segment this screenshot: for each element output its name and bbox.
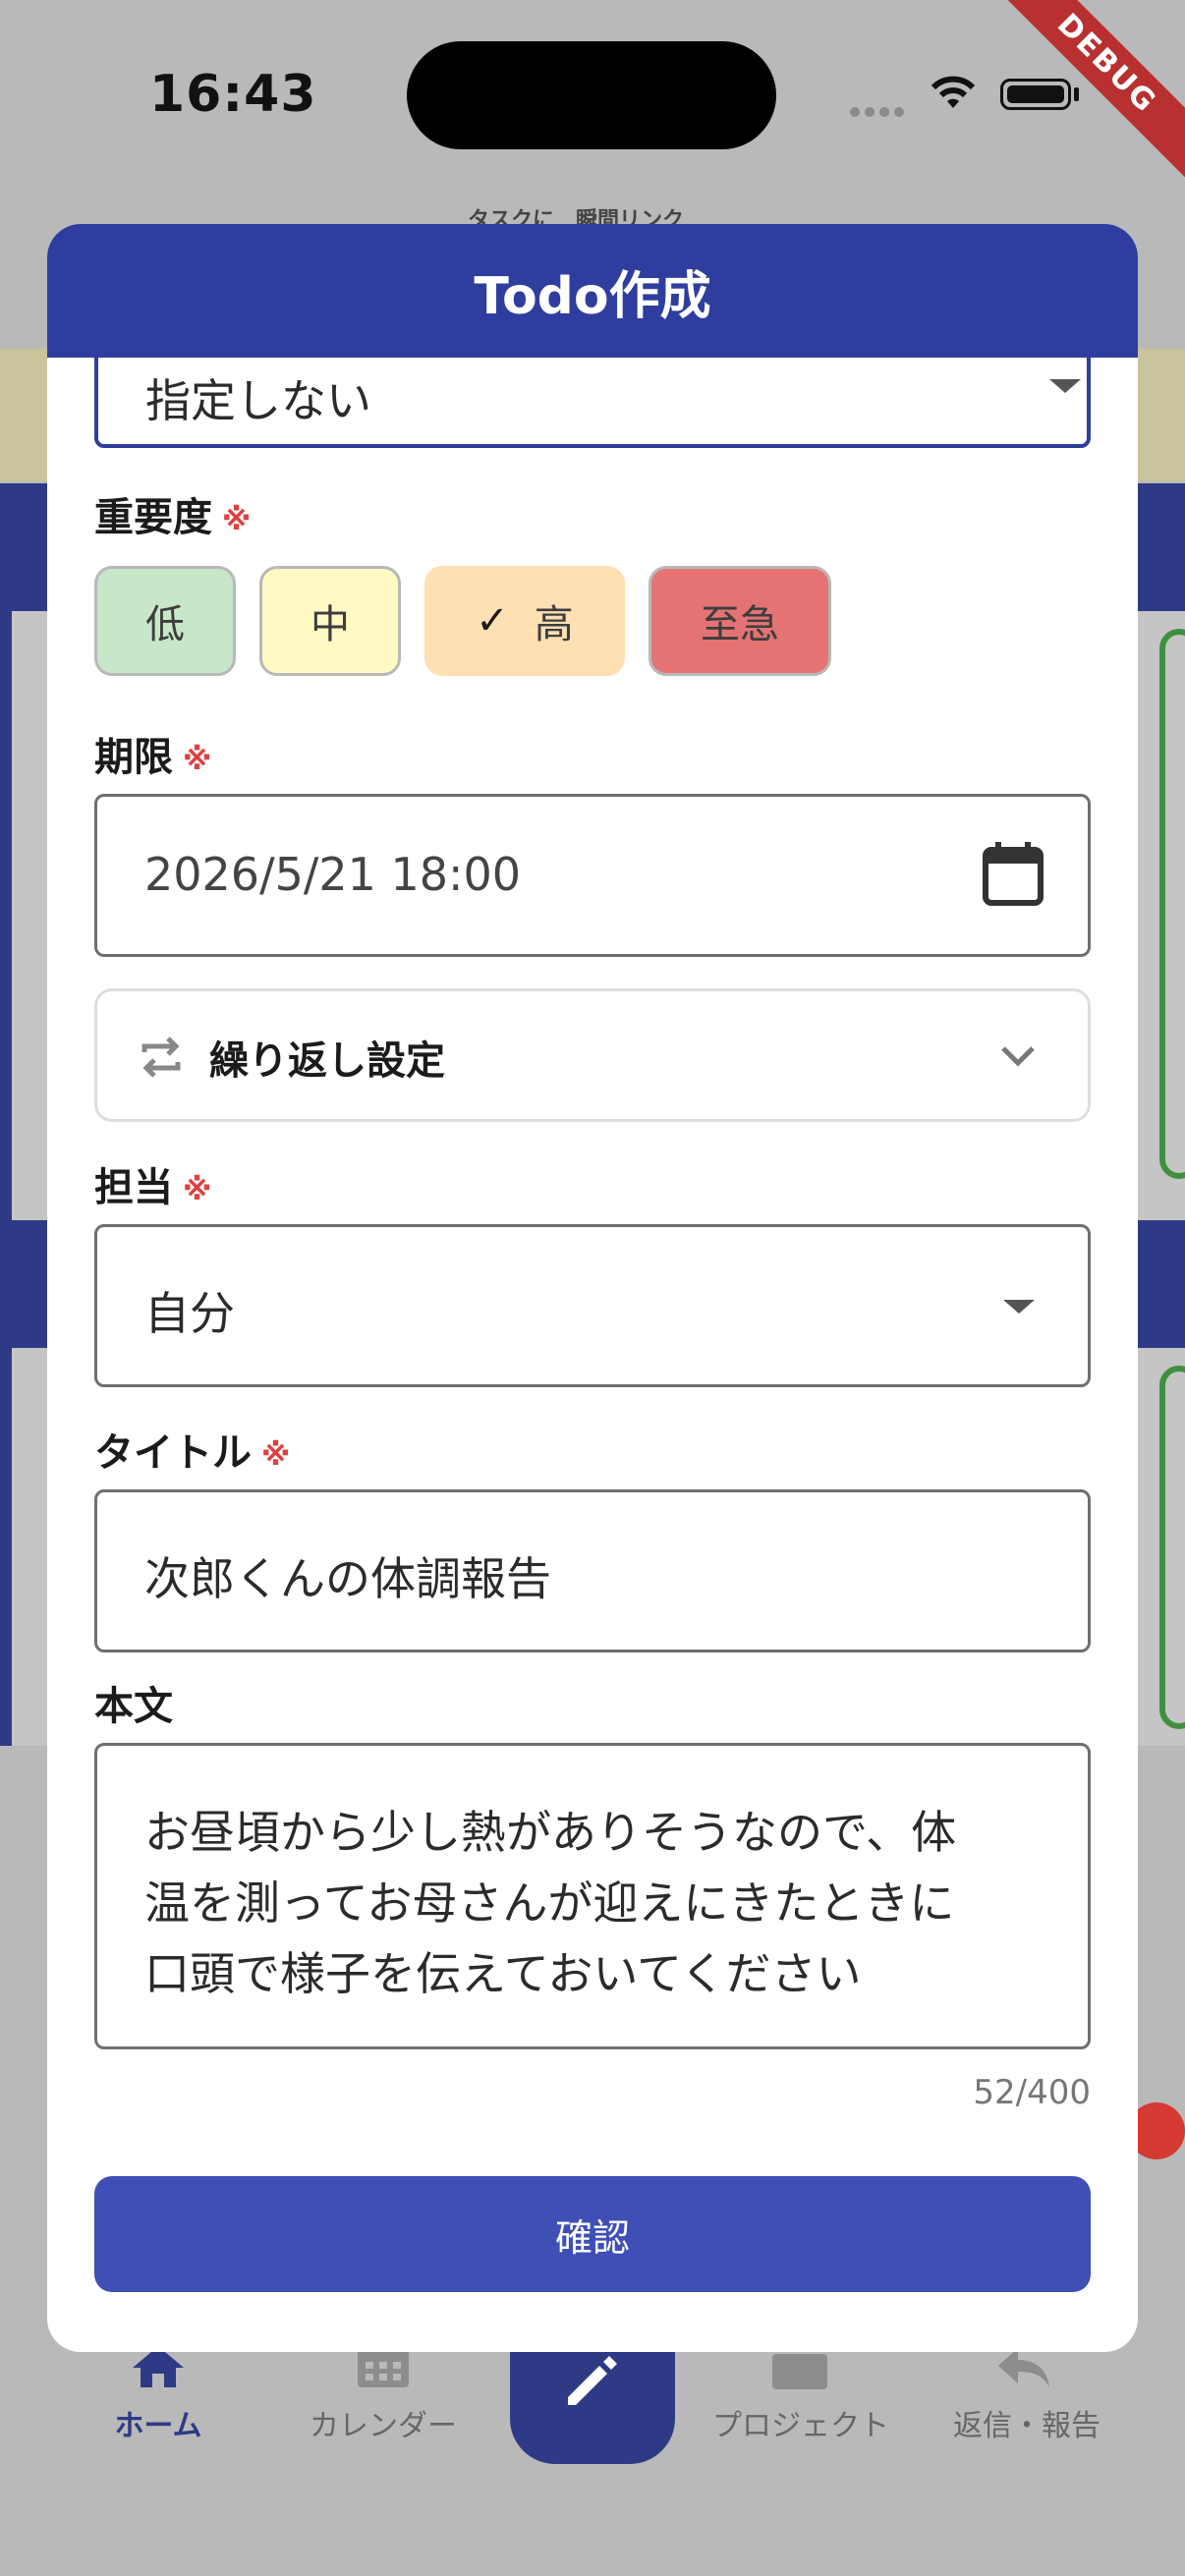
background-card-border bbox=[1159, 629, 1185, 1179]
body-line: 温を測ってお母さんが迎えにきたときに bbox=[144, 1876, 955, 1930]
calendar-icon[interactable] bbox=[982, 842, 1044, 907]
dropdown-arrow-icon bbox=[1049, 379, 1081, 393]
importance-chip-low[interactable]: 低 bbox=[94, 566, 236, 676]
assignee-label: 担当 ※ bbox=[94, 1155, 211, 1212]
wifi-icon bbox=[931, 76, 976, 108]
dropdown-arrow-icon bbox=[1003, 1300, 1035, 1314]
background-card-edge bbox=[1138, 349, 1185, 481]
deadline-field[interactable]: 2026/5/21 18:00 bbox=[94, 794, 1091, 957]
chevron-down-icon bbox=[1001, 1046, 1035, 1067]
nav-project[interactable]: プロジェクト bbox=[703, 2401, 899, 2444]
folder-icon[interactable] bbox=[770, 2352, 829, 2391]
importance-chip-high[interactable]: ✓ 高 bbox=[424, 566, 625, 676]
required-mark: ※ bbox=[261, 1437, 291, 1473]
chip-urgent-label: 至急 bbox=[701, 602, 779, 647]
check-icon: ✓ bbox=[476, 598, 509, 644]
category-select-value: 指定しない bbox=[145, 374, 371, 427]
confirm-button[interactable]: 確認 bbox=[94, 2176, 1091, 2292]
modal-title: Todo作成 bbox=[47, 224, 1138, 358]
dynamic-island bbox=[407, 41, 776, 149]
importance-label-text: 重要度 bbox=[94, 495, 212, 540]
importance-label: 重要度 ※ bbox=[94, 485, 251, 542]
nav-calendar[interactable]: カレンダー bbox=[295, 2401, 472, 2444]
deadline-label-text: 期限 bbox=[94, 735, 173, 780]
title-value: 次郎くんの体調報告 bbox=[144, 1552, 551, 1605]
title-input[interactable]: 次郎くんの体調報告 bbox=[94, 1489, 1091, 1652]
assignee-label-text: 担当 bbox=[94, 1165, 173, 1210]
repeat-icon bbox=[141, 1036, 181, 1078]
background-card-stripe bbox=[0, 1348, 12, 1746]
importance-chip-urgent[interactable]: 至急 bbox=[649, 566, 831, 676]
character-counter: 52/400 bbox=[973, 2073, 1091, 2112]
nav-reply-report[interactable]: 返信・報告 bbox=[938, 2401, 1115, 2444]
background-card-edge bbox=[0, 349, 47, 481]
required-mark: ※ bbox=[183, 1172, 212, 1207]
background-card-stripe bbox=[0, 611, 12, 1220]
battery-tip bbox=[1074, 87, 1079, 101]
body-line: お昼頃から少し熱がありそうなので、体 bbox=[144, 1806, 957, 1859]
edit-icon bbox=[568, 2356, 617, 2405]
repeat-settings-label: 繰り返し設定 bbox=[209, 1038, 445, 1084]
chip-high-label: 高 bbox=[534, 602, 574, 647]
body-label: 本文 bbox=[94, 1684, 173, 1729]
body-line: 口頭で様子を伝えておいてください bbox=[144, 1947, 862, 2000]
deadline-label: 期限 ※ bbox=[94, 725, 211, 782]
calendar-icon[interactable] bbox=[356, 2346, 411, 2389]
todo-create-modal: Todo作成 指定しない 重要度 ※ 低 中 ✓ 高 至急 期限 ※ 2026/5/… bbox=[47, 224, 1138, 2352]
required-mark: ※ bbox=[183, 742, 212, 777]
battery-icon bbox=[1000, 79, 1071, 110]
body-textarea[interactable]: お昼頃から少し熱がありそうなので、体 温を測ってお母さんが迎えにきたときに 口頭… bbox=[94, 1743, 1091, 2049]
assignee-select[interactable]: 自分 bbox=[94, 1224, 1091, 1387]
nav-home[interactable]: ホーム bbox=[104, 2401, 212, 2444]
repeat-settings-expander[interactable]: 繰り返し設定 bbox=[94, 988, 1091, 1122]
deadline-value: 2026/5/21 18:00 bbox=[144, 848, 522, 901]
chip-medium-label: 中 bbox=[310, 602, 350, 647]
cellular-signal-icon bbox=[850, 102, 909, 121]
importance-chip-medium[interactable]: 中 bbox=[259, 566, 401, 676]
title-label-text: タイトル bbox=[94, 1430, 252, 1476]
title-label: タイトル ※ bbox=[94, 1421, 290, 1478]
background-card-border bbox=[1159, 1366, 1185, 1729]
required-mark: ※ bbox=[222, 502, 252, 537]
status-time: 16:43 bbox=[149, 65, 317, 124]
assignee-value: 自分 bbox=[144, 1287, 235, 1340]
chip-low-label: 低 bbox=[145, 602, 185, 647]
